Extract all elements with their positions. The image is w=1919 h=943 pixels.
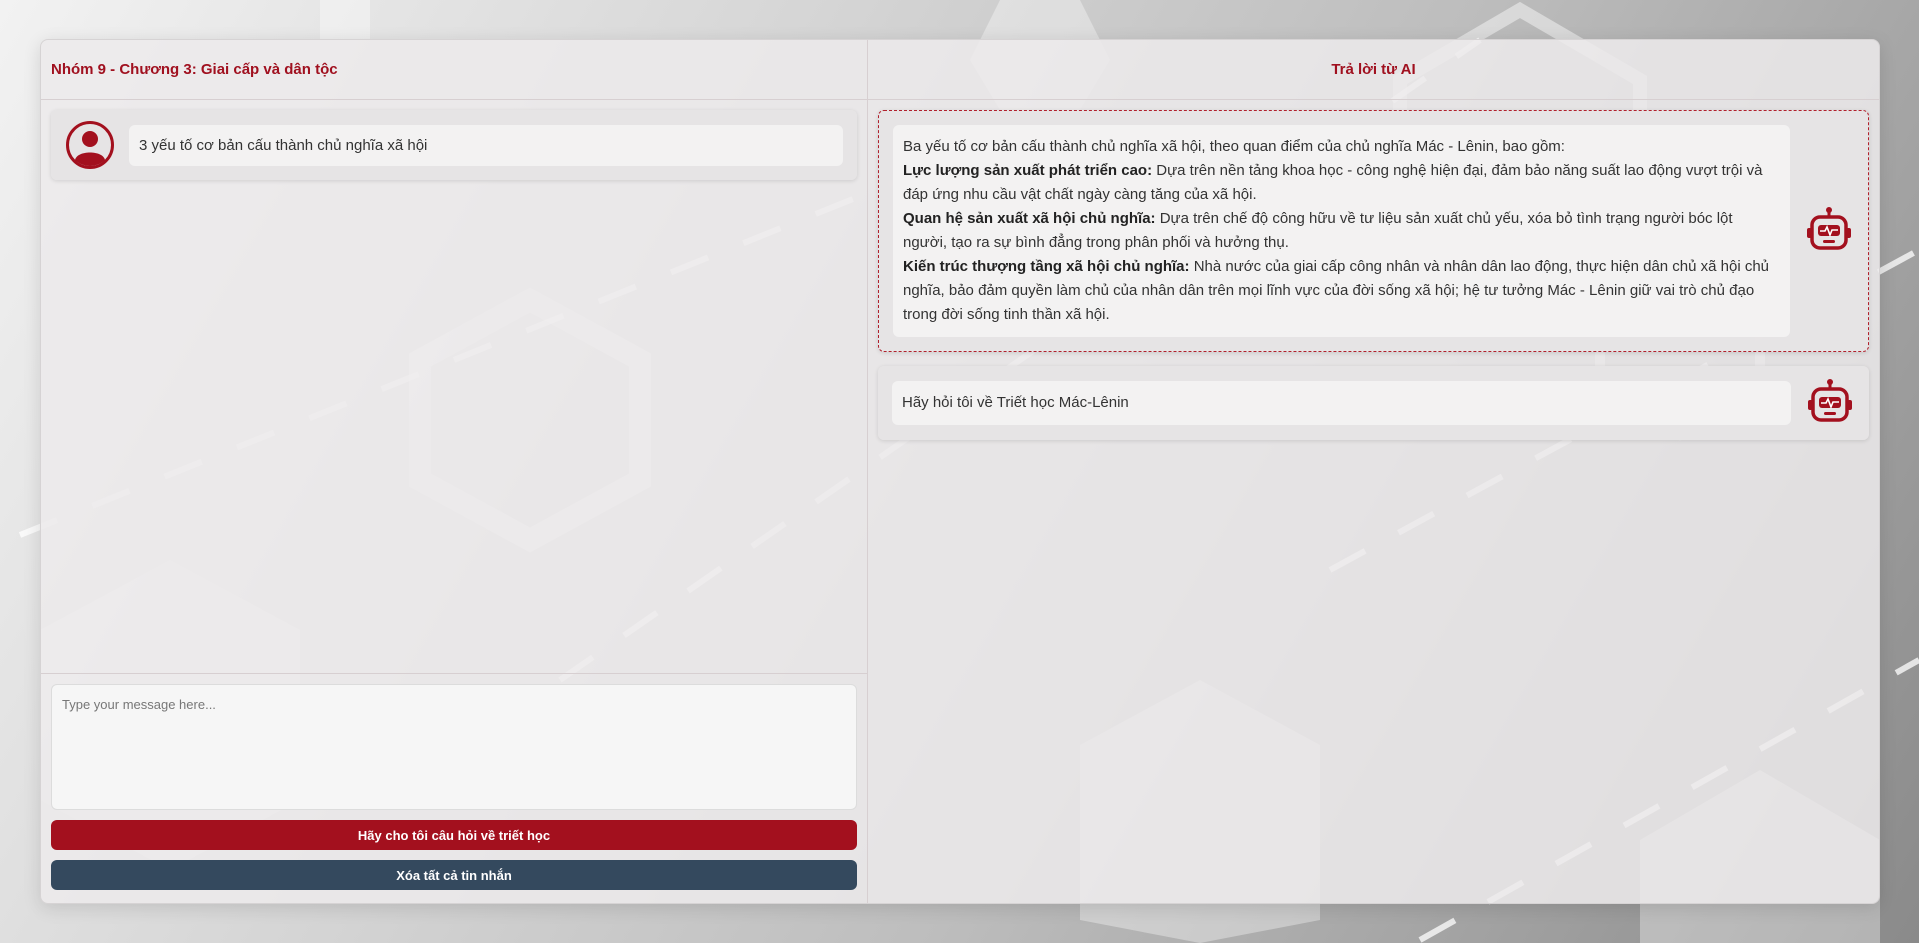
user-avatar-icon [65,120,115,170]
user-message-list: 3 yếu tố cơ bản cấu thành chủ nghĩa xã h… [41,100,867,673]
clear-messages-button[interactable]: Xóa tất cả tin nhắn [51,860,857,890]
robot-icon [1804,206,1854,256]
ai-answer-item: Quan hệ sản xuất xã hội chủ nghĩa: Dựa t… [903,207,1780,255]
ask-philosophy-button[interactable]: Hãy cho tôi câu hỏi về triết học [51,820,857,850]
ai-answer-item-heading: Kiến trúc thượng tầng xã hội chủ nghĩa: [903,258,1190,275]
user-message-text: 3 yếu tố cơ bản cấu thành chủ nghĩa xã h… [129,124,843,166]
chat-app: Nhóm 9 - Chương 3: Giai cấp và dân tộc 3… [40,39,1880,904]
ai-answer-panel: Trả lời từ AI Ba yếu tố cơ bản cấu thành… [868,40,1879,903]
panel-title: Nhóm 9 - Chương 3: Giai cấp và dân tộc [51,61,338,78]
ai-message-list: Ba yếu tố cơ bản cấu thành chủ nghĩa xã … [868,100,1879,903]
ai-answer-item-heading: Quan hệ sản xuất xã hội chủ nghĩa: [903,210,1156,227]
message-composer: Hãy cho tôi câu hỏi về triết học Xóa tất… [41,673,867,903]
panel-title: Trả lời từ AI [1331,61,1416,78]
ai-answer-item: Lực lượng sản xuất phát triển cao: Dựa t… [903,159,1780,207]
ai-answer-item-heading: Lực lượng sản xuất phát triển cao: [903,162,1153,179]
user-message: 3 yếu tố cơ bản cấu thành chủ nghĩa xã h… [51,110,857,180]
ai-answer-message: Ba yếu tố cơ bản cấu thành chủ nghĩa xã … [878,110,1869,352]
question-panel-header: Nhóm 9 - Chương 3: Giai cấp và dân tộc [41,40,867,100]
ai-answer-text: Ba yếu tố cơ bản cấu thành chủ nghĩa xã … [893,125,1790,337]
ai-greeting-message: Hãy hỏi tôi về Triết học Mác-Lênin [878,366,1869,440]
message-input[interactable] [51,684,857,810]
ai-answer-intro: Ba yếu tố cơ bản cấu thành chủ nghĩa xã … [903,138,1565,155]
robot-icon [1805,378,1855,428]
ai-greeting-text: Hãy hỏi tôi về Triết học Mác-Lênin [892,381,1791,425]
ai-panel-header: Trả lời từ AI [868,40,1879,100]
question-panel: Nhóm 9 - Chương 3: Giai cấp và dân tộc 3… [41,40,868,903]
ai-answer-item: Kiến trúc thượng tầng xã hội chủ nghĩa: … [903,255,1780,327]
